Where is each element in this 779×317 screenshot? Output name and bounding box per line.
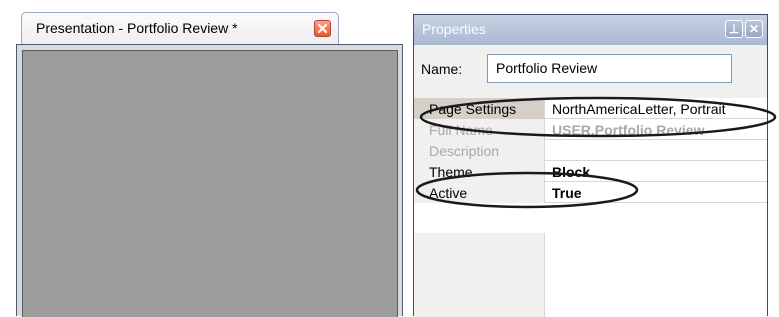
property-row-description[interactable]: Description bbox=[414, 140, 767, 161]
close-icon: ✕ bbox=[748, 22, 760, 36]
close-icon bbox=[317, 23, 328, 34]
property-value: NorthAmericaLetter, Portrait bbox=[552, 101, 726, 117]
property-value: USER.Portfolio Review bbox=[552, 122, 705, 138]
property-key: Page Settings bbox=[429, 101, 517, 117]
slide-canvas[interactable] bbox=[22, 50, 398, 317]
property-key-cell bbox=[414, 233, 545, 317]
property-value: True bbox=[552, 185, 582, 201]
name-field[interactable]: Portfolio Review bbox=[487, 54, 732, 83]
pin-button[interactable]: ⊥ bbox=[725, 20, 743, 38]
properties-title: Properties bbox=[422, 21, 486, 37]
property-row-theme[interactable]: Theme Block bbox=[414, 161, 767, 182]
property-key: Full Name bbox=[429, 122, 493, 138]
property-key: Description bbox=[429, 143, 500, 159]
property-value: Block bbox=[552, 164, 591, 180]
property-row-page-settings[interactable]: Page Settings NorthAmericaLetter, Portra… bbox=[414, 98, 767, 119]
document-tab-title: Presentation - Portfolio Review * bbox=[36, 20, 238, 36]
name-label: Name: bbox=[421, 61, 463, 77]
pin-icon: ⊥ bbox=[728, 22, 740, 36]
property-row-active[interactable]: Active True bbox=[414, 182, 767, 203]
close-tab-button[interactable] bbox=[314, 20, 331, 37]
close-panel-button[interactable]: ✕ bbox=[745, 20, 763, 38]
properties-panel: Properties ⊥ ✕ Name: Portfolio Review Pa… bbox=[413, 14, 768, 317]
property-row-full-name[interactable]: Full Name USER.Portfolio Review bbox=[414, 119, 767, 140]
name-row: Name: Portfolio Review bbox=[414, 45, 767, 98]
property-key: Active bbox=[429, 185, 468, 201]
document-tab[interactable]: Presentation - Portfolio Review * bbox=[21, 12, 339, 45]
properties-title-bar: Properties ⊥ ✕ bbox=[414, 15, 767, 45]
property-key: Theme bbox=[429, 164, 473, 180]
property-grid-empty-area bbox=[414, 233, 767, 317]
document-frame bbox=[16, 44, 403, 317]
